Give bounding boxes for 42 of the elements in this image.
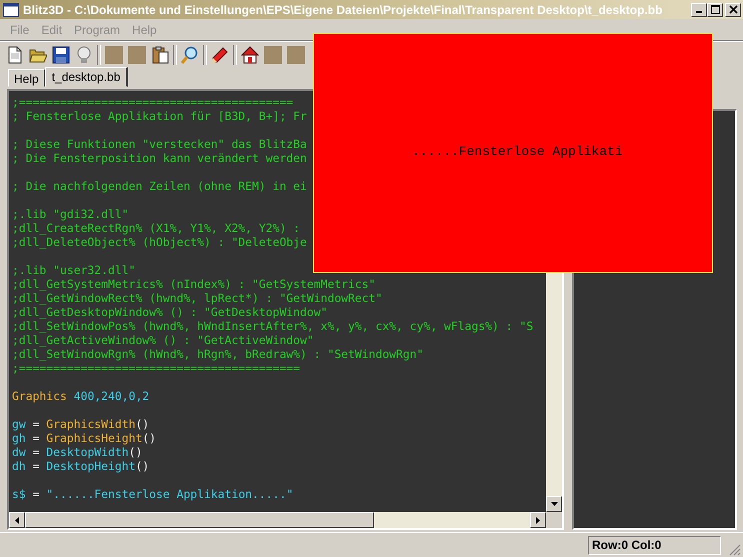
code-comment: ; Diese Funktionen "verstecken" das BlitzBa bbox=[12, 137, 307, 151]
code-comment: ;======================================== bbox=[12, 95, 294, 109]
code-identifier: DesktopHeight bbox=[46, 459, 136, 473]
code-comment: ;dll_CreateRectRgn% (X1%, Y1%, X2%, Y2%) : bbox=[12, 221, 300, 235]
code-keyword: Graphics bbox=[12, 389, 67, 403]
code-operator: () bbox=[135, 459, 150, 473]
status-position: Row:0 Col:0 bbox=[588, 536, 721, 554]
code-keyword: GraphicsHeight bbox=[46, 431, 142, 445]
code-comment: ;dll_GetWindowRect% (hwnd%, lpRect*) : "GetWindowRect" bbox=[12, 291, 382, 305]
tab[interactable]: Help bbox=[8, 69, 45, 87]
code-operator: = bbox=[32, 431, 40, 445]
code-identifier: DesktopWidth bbox=[46, 445, 129, 459]
code-comment: ;dll_SetWindowRgn% (hWnd%, hRgn%, bRedraw%) : "SetWindowRgn" bbox=[12, 347, 424, 361]
code-operator: () bbox=[142, 431, 156, 445]
code-comment: ;dll_GetSystemMetrics% (nIndex%) : "GetSystemMetrics" bbox=[12, 277, 376, 291]
code-string: "......Fensterlose Applikation....." bbox=[46, 487, 294, 501]
code-operator: = bbox=[32, 459, 40, 473]
window-title: Blitz3D - C:\Dokumente und Einstellungen\EPS\Eigene Dateien\Projekte\Final\Transparent Desktop\t_desktop.bb bbox=[23, 2, 664, 16]
code-comment: ;.lib "gdi32.dll" bbox=[12, 207, 129, 221]
code-comment: ;dll_SetWindowPos% (hwnd%, hWndInsertAfter%, x%, y%, cx%, cy%, wFlags%) : "S bbox=[12, 319, 534, 333]
code-operator: = bbox=[32, 487, 40, 501]
code-comment: ;========================================= bbox=[12, 361, 300, 375]
code-identifier: gh bbox=[12, 431, 26, 445]
code-operator: () bbox=[128, 445, 142, 459]
code-operator: = bbox=[32, 445, 40, 459]
code-identifier: dh bbox=[12, 459, 26, 473]
code-identifier: s$ bbox=[12, 487, 26, 501]
code-identifier: gw bbox=[12, 417, 26, 431]
code-comment: ; Die Fensterposition kann verändert werden bbox=[12, 151, 307, 165]
code-operator: = bbox=[32, 417, 40, 431]
code-comment: ;.lib "user32.dll" bbox=[12, 263, 136, 277]
code-comment: ; Fensterlose Applikation für [B3D, B+]; Fr bbox=[12, 109, 307, 123]
code-comment: ; Die nachfolgenden Zeilen (ohne REM) in ei bbox=[12, 179, 307, 193]
window-text: ......Fensterlose Applikati bbox=[412, 144, 623, 159]
code-number: 400,240,0,2 bbox=[72, 389, 150, 403]
code-operator: () bbox=[135, 417, 150, 431]
code-keyword: GraphicsWidth bbox=[46, 417, 136, 431]
code-comment: ;dll_GetDesktopWindow% () : "GetDesktopWindow" bbox=[12, 305, 328, 319]
code-identifier: dw bbox=[12, 445, 26, 459]
tab[interactable]: t_desktop.bb bbox=[44, 67, 128, 87]
code-comment: ;dll_GetActiveWindow% () : "GetActiveWindow" bbox=[12, 333, 314, 347]
code-comment: ;dll_DeleteObject% (hObject%) : "DeleteObje bbox=[12, 235, 307, 249]
